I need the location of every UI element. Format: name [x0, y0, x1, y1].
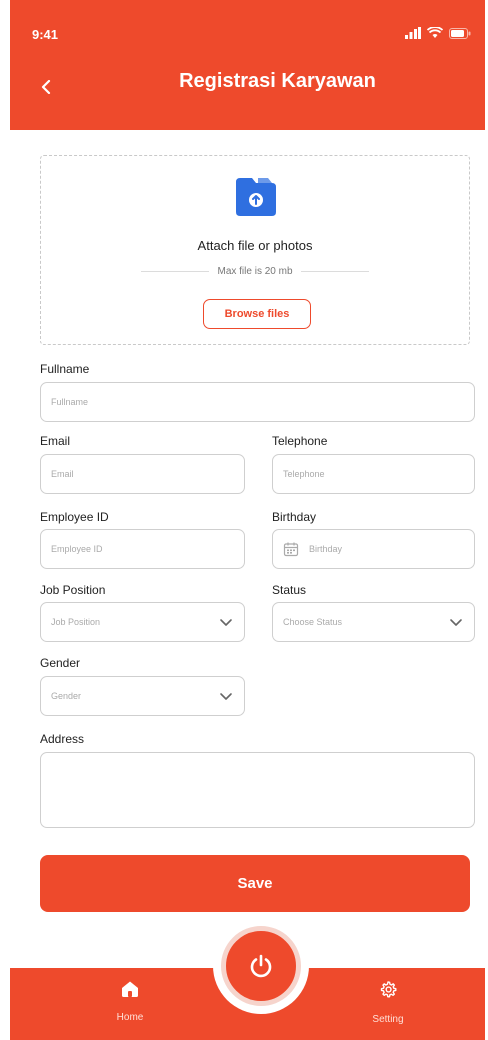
nav-setting[interactable]: Setting	[348, 980, 428, 1025]
gender-select[interactable]: Gender	[40, 676, 245, 716]
max-file-row: Max file is 20 mb	[141, 266, 369, 277]
fullname-input[interactable]: Fullname	[40, 382, 475, 422]
signal-icon	[405, 27, 421, 39]
phone-screen: 9:41 Registrasi Karyawan Attach file or …	[10, 0, 485, 1040]
job-position-placeholder: Job Position	[51, 617, 101, 627]
job-position-select[interactable]: Job Position	[40, 602, 245, 642]
status-icons	[405, 27, 471, 39]
battery-icon	[449, 27, 471, 39]
gender-placeholder: Gender	[51, 691, 82, 701]
address-textarea[interactable]	[40, 752, 475, 828]
save-button[interactable]: Save	[40, 855, 470, 912]
app-header: 9:41 Registrasi Karyawan	[10, 0, 485, 130]
chevron-down-icon	[450, 619, 462, 626]
folder-upload-icon	[236, 178, 276, 216]
status-time: 9:41	[32, 27, 59, 42]
wifi-icon	[427, 27, 443, 38]
employee-id-placeholder: Employee ID	[51, 544, 103, 554]
birthday-placeholder: Birthday	[309, 544, 343, 554]
telephone-label: Telephone	[272, 434, 328, 448]
upload-title: Attach file or photos	[197, 238, 313, 253]
calendar-icon	[283, 542, 299, 557]
birthday-input[interactable]: Birthday	[272, 529, 475, 569]
max-file-text: Max file is 20 mb	[217, 266, 293, 277]
status-label: Status	[272, 583, 307, 597]
employee-id-input[interactable]: Employee ID	[40, 529, 245, 569]
chevron-down-icon	[220, 693, 232, 700]
gear-icon	[380, 981, 397, 998]
home-icon	[122, 981, 138, 997]
gender-label: Gender	[40, 656, 81, 670]
page-title: Registrasi Karyawan	[179, 70, 376, 92]
nav-setting-label: Setting	[372, 1014, 404, 1025]
address-label: Address	[40, 732, 85, 746]
birthday-label: Birthday	[272, 510, 317, 524]
divider-line	[300, 271, 369, 272]
chevron-down-icon	[220, 619, 232, 626]
browse-files-button[interactable]: Browse files	[203, 299, 311, 329]
divider-line	[141, 271, 210, 272]
fullname-placeholder: Fullname	[51, 397, 89, 407]
job-position-label: Job Position	[40, 583, 106, 597]
status-placeholder: Choose Status	[283, 617, 343, 627]
email-input[interactable]: Email	[40, 454, 245, 494]
file-upload-dropzone[interactable]: Attach file or photos Max file is 20 mb …	[40, 155, 470, 345]
telephone-input[interactable]: Telephone	[272, 454, 475, 494]
power-icon	[250, 954, 272, 978]
nav-home-label: Home	[116, 1012, 144, 1023]
fullname-label: Fullname	[40, 362, 90, 376]
status-select[interactable]: Choose Status	[272, 602, 475, 642]
email-placeholder: Email	[51, 469, 74, 479]
email-label: Email	[40, 434, 71, 448]
employee-id-label: Employee ID	[40, 510, 109, 524]
telephone-placeholder: Telephone	[283, 469, 325, 479]
nav-home[interactable]: Home	[90, 980, 170, 1023]
power-button[interactable]	[221, 926, 301, 1006]
